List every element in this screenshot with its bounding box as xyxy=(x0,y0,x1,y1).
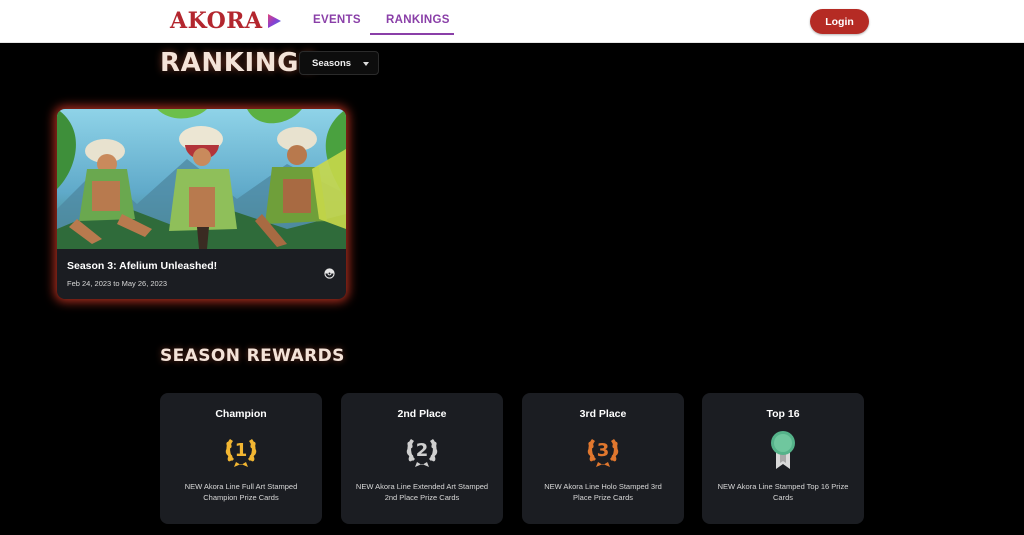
nav-tab-events[interactable]: EVENTS xyxy=(313,14,361,26)
login-button[interactable]: Login xyxy=(810,9,869,34)
season-dropdown-value: Seasons xyxy=(312,57,352,69)
reward-description: NEW Akora Line Full Art Stamped Champion… xyxy=(184,482,298,502)
gold-laurel-1-icon: 1 xyxy=(225,439,257,467)
reward-name: Top 16 xyxy=(766,408,800,420)
caret-down-icon xyxy=(363,62,369,66)
reward-name: 2nd Place xyxy=(397,408,447,420)
ribbon-medal-icon xyxy=(771,431,795,469)
reward-description: NEW Akora Line Holo Stamped 3rd Place Pr… xyxy=(544,482,662,502)
svg-text:2: 2 xyxy=(416,440,429,461)
top-nav-bar: AKORA EVENTS RANKINGS Login xyxy=(0,0,1024,43)
season-title: Season 3: Afelium Unleashed! xyxy=(67,260,218,272)
silver-laurel-2-icon: 2 xyxy=(406,439,438,467)
reward-card-top-16: Top 16 NEW Akora Line Stamped Top 16 Pri… xyxy=(702,393,864,524)
pokeball-icon xyxy=(324,268,335,279)
reward-name: 3rd Place xyxy=(579,408,627,420)
season-dates: Feb 24, 2023 to May 26, 2023 xyxy=(67,279,168,288)
play-logo-icon xyxy=(267,14,281,28)
page-title: RANKINGS xyxy=(160,48,319,78)
akora-logo[interactable]: AKORA xyxy=(170,8,282,34)
active-tab-indicator xyxy=(370,33,454,35)
reward-card-champion: Champion 1 NEW Akora Line Full Art Stamp… xyxy=(160,393,322,524)
season-rewards-heading: SEASON REWARDS xyxy=(160,346,345,366)
season-dropdown[interactable]: Seasons xyxy=(299,51,379,75)
reward-name: Champion xyxy=(215,408,267,420)
reward-description: NEW Akora Line Stamped Top 16 Prize Card… xyxy=(717,482,849,502)
reward-card-2nd-place: 2nd Place 2 NEW Akora Line Extended Art … xyxy=(341,393,503,524)
reward-description: NEW Akora Line Extended Art Stamped 2nd … xyxy=(355,482,489,502)
logo-text: AKORA xyxy=(170,8,263,34)
season-artwork-image xyxy=(57,109,346,249)
bronze-laurel-3-icon: 3 xyxy=(587,439,619,467)
svg-text:1: 1 xyxy=(235,440,248,461)
nav-tab-rankings[interactable]: RANKINGS xyxy=(386,14,450,26)
reward-card-3rd-place: 3rd Place 3 NEW Akora Line Holo Stamped … xyxy=(522,393,684,524)
svg-text:3: 3 xyxy=(597,440,610,461)
season-card[interactable]: Season 3: Afelium Unleashed! Feb 24, 202… xyxy=(57,109,346,299)
